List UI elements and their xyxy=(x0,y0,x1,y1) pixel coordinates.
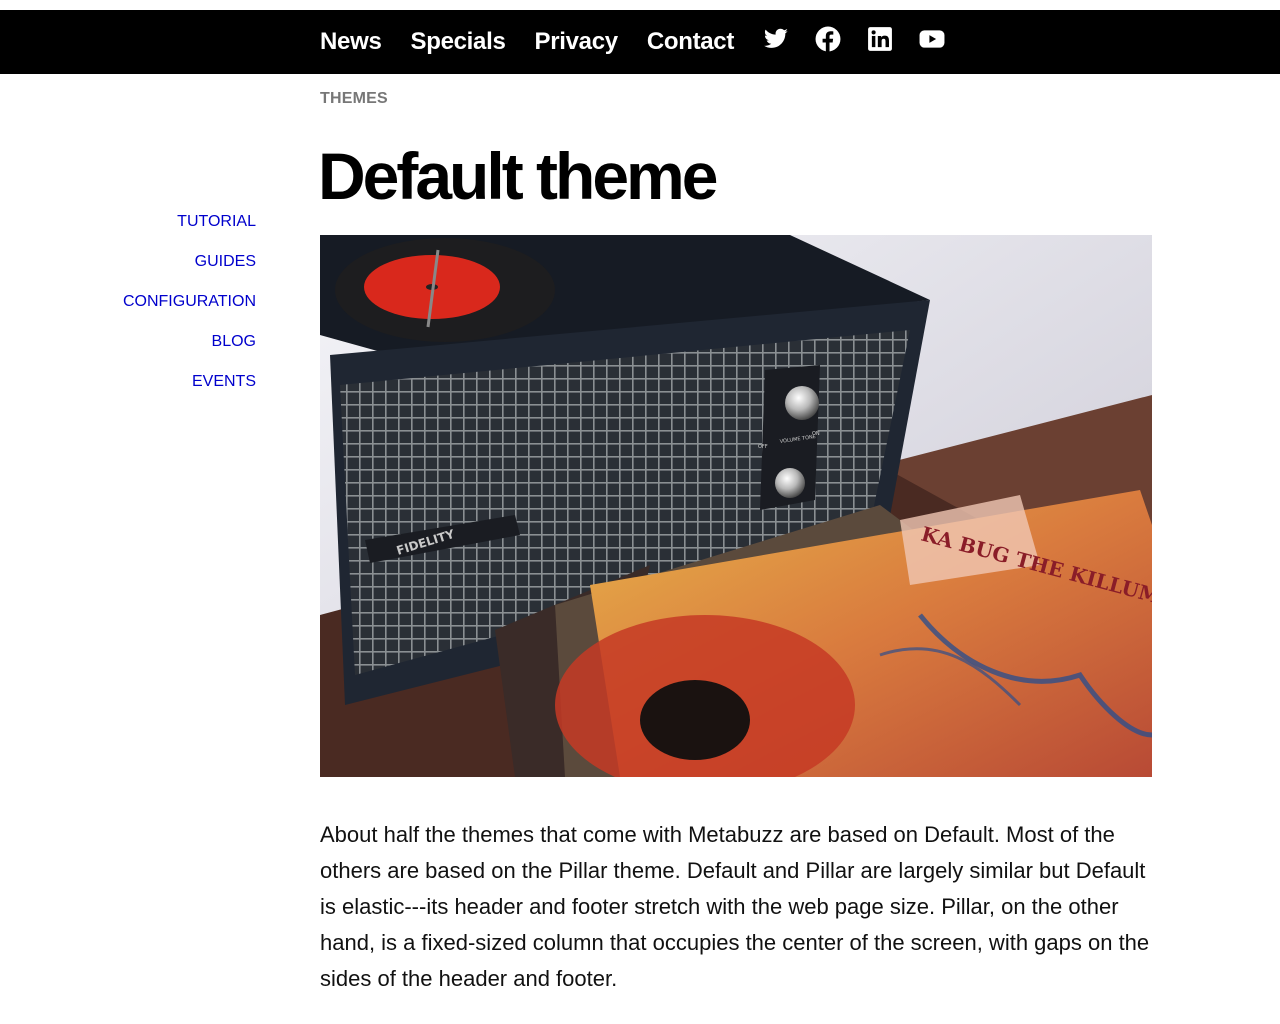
main-nav: News Specials Privacy Contact xyxy=(320,10,971,74)
linkedin-icon[interactable] xyxy=(867,26,893,52)
category-label: THEMES xyxy=(320,90,388,107)
sidebar-nav: TUTORIAL GUIDES CONFIGURATION BLOG EVENT… xyxy=(0,210,256,410)
knob-label-off: OFF xyxy=(758,444,768,450)
sidebar-item-blog[interactable]: BLOG xyxy=(0,330,256,370)
sidebar-item-tutorial[interactable]: TUTORIAL xyxy=(0,210,256,250)
knob-label-on: ON xyxy=(812,431,820,437)
article-body: About half the themes that come with Met… xyxy=(320,822,1150,991)
nav-link-news[interactable]: News xyxy=(320,10,382,74)
youtube-icon[interactable] xyxy=(919,26,945,52)
nav-link-contact[interactable]: Contact xyxy=(647,10,735,74)
facebook-icon[interactable] xyxy=(815,26,841,52)
sidebar-item-events[interactable]: EVENTS xyxy=(0,370,256,410)
sidebar-item-guides[interactable]: GUIDES xyxy=(0,250,256,290)
page-title: Default theme xyxy=(318,139,718,213)
nav-link-privacy[interactable]: Privacy xyxy=(535,10,619,74)
social-links xyxy=(763,26,971,55)
top-navigation-bar: News Specials Privacy Contact xyxy=(0,10,1280,74)
record-player-illustration: VOLUME TONE OFF ON FIDELITY KA BUG THE K… xyxy=(320,235,1152,777)
twitter-icon[interactable] xyxy=(763,26,789,52)
hero-image: VOLUME TONE OFF ON FIDELITY KA BUG THE K… xyxy=(320,235,1152,777)
sidebar-item-configuration[interactable]: CONFIGURATION xyxy=(0,290,256,330)
nav-link-specials[interactable]: Specials xyxy=(411,10,506,74)
